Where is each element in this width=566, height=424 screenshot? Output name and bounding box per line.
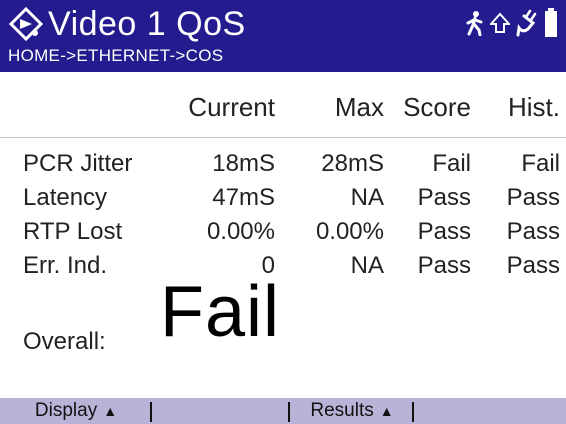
column-header-hist: Hist. [508, 92, 560, 122]
power-plug-icon [516, 9, 538, 37]
hist-value: Pass [506, 184, 560, 211]
up-arrow-icon [490, 12, 510, 34]
max-value: 28mS [321, 150, 384, 177]
column-header-current: Current [188, 92, 275, 122]
softkey-label: Display [34, 400, 98, 421]
row-label: Err. Ind. [23, 252, 108, 279]
max-value: NA [350, 184, 384, 211]
walking-person-icon [466, 10, 484, 36]
score-value: Pass [417, 252, 471, 279]
page-title: Video 1 QoS [48, 5, 246, 43]
softkey-results[interactable]: Results ▲ [290, 398, 414, 424]
column-header-max: Max [334, 92, 384, 122]
up-triangle-icon: ▲ [103, 403, 118, 419]
softkey-display[interactable]: Display ▲ [0, 398, 152, 424]
hist-value: Pass [506, 218, 560, 245]
title-row: Video 1 QoS [8, 2, 246, 46]
table-row: PCR Jitter 18mS 28mS Fail Fail [0, 148, 566, 182]
hist-value: Fail [521, 150, 560, 177]
row-label: RTP Lost [23, 218, 123, 245]
max-value: 0.00% [315, 218, 384, 245]
table-body: PCR Jitter 18mS 28mS Fail Fail Latency 4… [0, 148, 566, 284]
up-triangle-icon: ▲ [379, 403, 394, 419]
current-value: 0.00% [206, 218, 275, 245]
softkey-bar: Display ▲ Results ▲ [0, 398, 566, 424]
score-value: Pass [417, 184, 471, 211]
hist-value: Pass [506, 252, 560, 279]
row-label: PCR Jitter [23, 150, 133, 177]
breadcrumb[interactable]: HOME->ETHERNET->COS [8, 46, 223, 66]
overall-result: Fail [160, 272, 281, 352]
score-value: Fail [432, 150, 471, 177]
softkey-blank-2[interactable] [152, 398, 290, 424]
table-row: Err. Ind. 0 NA Pass Pass [0, 250, 566, 284]
row-label: Latency [23, 184, 108, 211]
header-bar: Video 1 QoS HOME->ETHERNET->COS [0, 0, 566, 72]
table-row: Latency 47mS NA Pass Pass [0, 182, 566, 216]
current-value: 18mS [212, 150, 275, 177]
table-row: RTP Lost 0.00% 0.00% Pass Pass [0, 216, 566, 250]
column-header-score: Score [403, 92, 471, 122]
softkey-blank-4[interactable] [414, 398, 566, 424]
video-stream-icon [8, 6, 44, 42]
header-divider [0, 137, 566, 138]
battery-icon [544, 8, 558, 38]
overall-label: Overall: [23, 328, 106, 355]
max-value: NA [350, 252, 384, 279]
score-value: Pass [417, 218, 471, 245]
table-header: Current Max Score Hist. [0, 92, 566, 122]
status-icons [466, 8, 558, 38]
current-value: 47mS [212, 184, 275, 211]
softkey-label: Results [310, 400, 374, 421]
